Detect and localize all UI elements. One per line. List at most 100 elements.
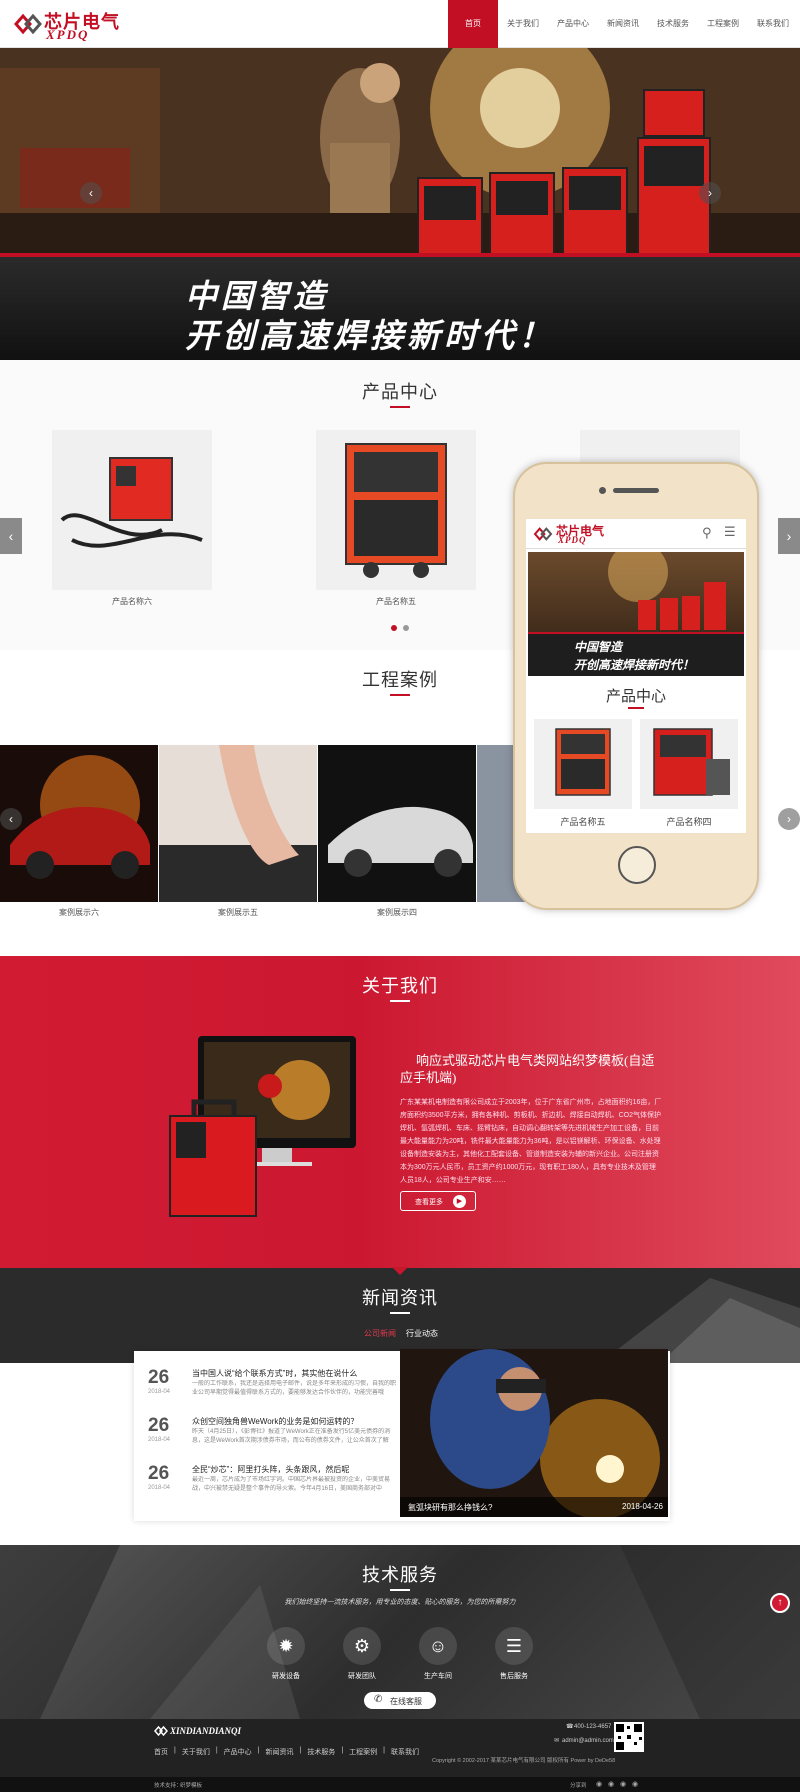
- footer-link-cases[interactable]: 工程案例: [349, 1747, 377, 1757]
- feature-caption-bar: 氩弧块研有那么挣钱么? 2018-04-26: [400, 1497, 668, 1517]
- mobile-slogan-line1: 中国智造: [574, 640, 623, 654]
- case-card[interactable]: [318, 745, 476, 902]
- footer-link-tech[interactable]: 技术服务: [307, 1747, 335, 1757]
- title-underline: [390, 694, 410, 696]
- footer-email[interactable]: admin@admin.com: [562, 1738, 614, 1744]
- footer-divider: |: [174, 1747, 176, 1754]
- phone-icon: ☎: [566, 1724, 574, 1730]
- mobile-header: 芯片电气 XPDQ ⚲ ☰: [526, 519, 746, 549]
- products-next-button[interactable]: ›: [778, 518, 800, 554]
- cases-prev-button[interactable]: ‹: [0, 808, 22, 830]
- carousel-dot-active[interactable]: [391, 625, 397, 631]
- footer-divider: |: [383, 1747, 385, 1754]
- about-image: [169, 1036, 356, 1217]
- news-feature[interactable]: 氩弧块研有那么挣钱么? 2018-04-26: [400, 1349, 668, 1517]
- search-icon[interactable]: ⚲: [702, 525, 712, 541]
- nav-item-products[interactable]: 产品中心: [548, 0, 598, 48]
- footer-link-contact[interactable]: 联系我们: [391, 1747, 419, 1757]
- logo-mark-icon: [533, 527, 553, 541]
- mobile-product-caption[interactable]: 产品名称四: [640, 815, 738, 828]
- footer-logo[interactable]: XINDIANDIANQI: [170, 1726, 241, 1736]
- nav-item-news[interactable]: 新闻资讯: [598, 0, 648, 48]
- news-item[interactable]: 26 2018-04 当中国人说“给个联系方式”时，其实他在说什么 一般的工作联…: [148, 1367, 398, 1413]
- banner-next-button[interactable]: ›: [699, 182, 721, 204]
- service-item[interactable]: ☰ 售后服务: [484, 1627, 544, 1681]
- news-tab-company[interactable]: 公司新闻: [364, 1328, 396, 1339]
- news-day: 26: [148, 1463, 170, 1484]
- news-title-link[interactable]: 全民“炒芯”：阿里打头阵，头条跟风，然后呢: [192, 1464, 398, 1475]
- news-item[interactable]: 26 2018-04 全民“炒芯”：阿里打头阵，头条跟风，然后呢 最近一周，芯片…: [148, 1463, 398, 1509]
- about-title: 关于我们: [362, 976, 438, 996]
- news-day: 26: [148, 1367, 170, 1388]
- menu-icon[interactable]: ☰: [724, 524, 736, 540]
- news-tab-industry[interactable]: 行业动态: [406, 1328, 438, 1339]
- bottom-bar: 技术支持： 织梦模板 分享到 ◉ ◉ ◉ ◉: [0, 1777, 800, 1792]
- service-label: 售后服务: [500, 1673, 528, 1680]
- news-summary: 昨天（4月25日），《彭博社》报道了WeWork正在准备发行5亿美元债券的消息，…: [192, 1429, 391, 1444]
- mobile-slogan-line2: 开创高速焊接新时代！: [574, 658, 695, 672]
- logo[interactable]: 芯片电气 XPDQ: [14, 8, 124, 42]
- mobile-slogan-bar: 中国智造 开创高速焊接新时代！: [528, 632, 744, 676]
- news-title-link[interactable]: 当中国人说“给个联系方式”时，其实他在说什么: [192, 1368, 398, 1379]
- news-date: 2018-04: [148, 1389, 171, 1395]
- tech-support-link[interactable]: 织梦模板: [180, 1781, 202, 1789]
- nav-item-cases[interactable]: 工程案例: [698, 0, 748, 48]
- site-footer: XINDIANDIANQI 首页 | 关于我们 | 产品中心 | 新闻资讯 | 技术服务…: [0, 1719, 800, 1777]
- tech-section: 技术服务 我们始终坚持一流技术服务，用专业的态度、贴心的服务，为您的所需努力 ✹…: [0, 1545, 800, 1719]
- about-more-label: 查看更多: [415, 1199, 443, 1206]
- nav-item-about[interactable]: 关于我们: [498, 0, 548, 48]
- site-header: 芯片电气 XPDQ 首页 关于我们 产品中心 新闻资讯 技术服务 工程案例 联系…: [0, 0, 800, 48]
- news-title-link[interactable]: 众创空间独角兽WeWork的业务是如何运转的？: [192, 1416, 398, 1427]
- nav-item-contact[interactable]: 联系我们: [748, 0, 798, 48]
- hero-banner[interactable]: ‹ › 中国智造 开创高速焊接新时代！: [0, 48, 800, 360]
- product-image: [345, 443, 447, 578]
- footer-divider: |: [341, 1747, 344, 1754]
- product-caption[interactable]: 产品名称六: [52, 596, 212, 607]
- service-item[interactable]: ⚙ 研发团队: [332, 1627, 392, 1681]
- case-caption[interactable]: 案例展示四: [318, 907, 476, 918]
- phone-screen: 芯片电气 XPDQ ⚲ ☰ 中国智造 开创高速焊接新时代！ 产品中心 产品名称五…: [526, 519, 746, 833]
- banner-prev-button[interactable]: ‹: [80, 182, 102, 204]
- news-item[interactable]: 26 2018-04 众创空间独角兽WeWork的业务是如何运转的？ 昨天（4月…: [148, 1415, 398, 1461]
- carousel-dot[interactable]: [403, 625, 409, 631]
- news-date: 2018-04: [148, 1437, 171, 1443]
- service-item[interactable]: ☺ 生产车间: [408, 1627, 468, 1681]
- page: 芯片电气 XPDQ 首页 关于我们 产品中心 新闻资讯 技术服务 工程案例 联系…: [0, 0, 800, 1792]
- mobile-product-card[interactable]: [640, 719, 738, 809]
- nav-item-tech[interactable]: 技术服务: [648, 0, 698, 48]
- feature-date: 2018-04-26: [622, 1502, 663, 1511]
- footer-link-home[interactable]: 首页: [154, 1747, 168, 1757]
- mobile-banner[interactable]: 中国智造 开创高速焊接新时代！: [528, 552, 744, 676]
- products-prev-button[interactable]: ‹: [0, 518, 22, 554]
- service-label: 研发团队: [348, 1673, 376, 1680]
- footer-links: 首页 | 关于我们 | 产品中心 | 新闻资讯 | 技术服务 | 工程案例 | 联系我们: [154, 1747, 419, 1757]
- chat-icon: ✆: [374, 1694, 383, 1705]
- back-to-top-button[interactable]: ↑: [770, 1593, 790, 1613]
- mobile-product-caption[interactable]: 产品名称五: [534, 815, 632, 828]
- footer-link-products[interactable]: 产品中心: [224, 1747, 252, 1757]
- qq-icon[interactable]: ◉: [620, 1780, 626, 1788]
- about-more-button[interactable]: 查看更多 ▶: [400, 1191, 476, 1211]
- case-card[interactable]: [0, 745, 158, 902]
- qr-code: [614, 1722, 644, 1752]
- nav-item-home[interactable]: 首页: [448, 0, 498, 48]
- mobile-logo-english: XPDQ: [558, 535, 587, 545]
- case-card[interactable]: [159, 745, 317, 902]
- case-caption[interactable]: 案例展示六: [0, 907, 158, 918]
- share-more-icon[interactable]: ◉: [632, 1780, 638, 1788]
- weibo-icon[interactable]: ◉: [608, 1780, 614, 1788]
- footer-link-news[interactable]: 新闻资讯: [265, 1747, 293, 1757]
- service-item[interactable]: ✹ 研发设备: [256, 1627, 316, 1681]
- wechat-icon[interactable]: ◉: [596, 1780, 602, 1788]
- online-service-button[interactable]: ✆ 在线客服: [364, 1692, 436, 1709]
- mobile-product-card[interactable]: [534, 719, 632, 809]
- section-pointer: [392, 1267, 408, 1275]
- cases-next-button[interactable]: ›: [778, 808, 800, 830]
- product-card[interactable]: [52, 430, 212, 590]
- case-caption[interactable]: 案例展示五: [159, 907, 317, 918]
- tech-subtitle: 我们始终坚持一流技术服务，用专业的态度、贴心的服务，为您的所需努力: [284, 1599, 516, 1606]
- footer-divider: |: [299, 1747, 302, 1754]
- product-card[interactable]: [316, 430, 476, 590]
- footer-link-about[interactable]: 关于我们: [182, 1747, 210, 1757]
- product-caption[interactable]: 产品名称五: [316, 596, 476, 607]
